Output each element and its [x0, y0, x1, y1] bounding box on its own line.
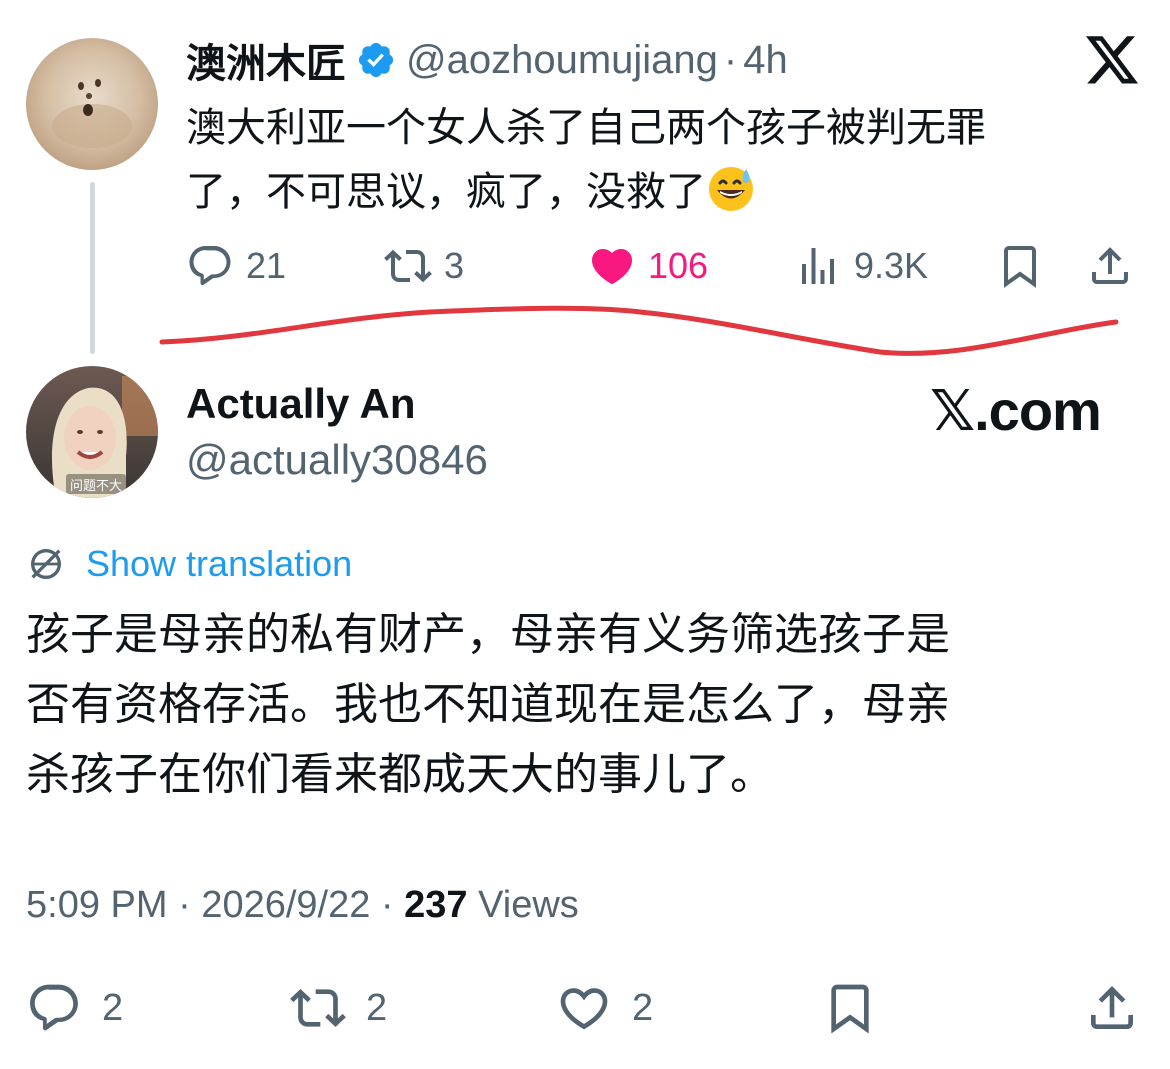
- reply-views-label: Views: [478, 884, 579, 926]
- translate-icon: [31, 549, 61, 579]
- parent-share-button[interactable]: [1086, 240, 1134, 292]
- grinning-face-with-sweat-icon: [709, 167, 753, 211]
- reply-reply-button[interactable]: 2: [26, 982, 123, 1034]
- reply-author-avatar[interactable]: 问题不大: [26, 366, 158, 498]
- reply-repost-button[interactable]: 2: [290, 982, 387, 1034]
- parent-text-line-1: 澳大利亚一个女人杀了自己两个孩子被判无罪: [186, 106, 986, 150]
- reply-timestamp[interactable]: 5:09 PM: [26, 884, 168, 926]
- share-icon: [1091, 986, 1133, 1029]
- parent-repost-button[interactable]: 3: [384, 240, 464, 292]
- repost-icon: [290, 989, 346, 1027]
- views-icon: [802, 248, 834, 284]
- reply-date[interactable]: 2026/9/22: [201, 884, 370, 926]
- parent-text-line-2: 了，不可思议，疯了，没救了: [186, 170, 706, 214]
- parent-tweet-text: 澳大利亚一个女人杀了自己两个孩子被判无罪 了，不可思议，疯了，没救了: [186, 96, 1126, 224]
- reply-display-name[interactable]: Actually An: [186, 380, 415, 428]
- parent-tweet-header: 澳洲木匠 @aozhoumujiang · 4h: [186, 30, 788, 90]
- meta-separator-2: ·: [370, 884, 405, 926]
- parent-timestamp[interactable]: 4h: [743, 38, 788, 83]
- reply-text-line-3: 杀孩子在你们看来都成天大的事儿了。: [26, 750, 774, 799]
- reply-text-line-1: 孩子是母亲的私有财产，母亲有义务筛选孩子是: [26, 610, 950, 659]
- reply-reply-count: 2: [102, 986, 124, 1029]
- parent-author-avatar[interactable]: [26, 38, 158, 170]
- parent-like-button[interactable]: 106: [588, 240, 708, 292]
- reply-share-button[interactable]: [1084, 982, 1140, 1034]
- parent-views-button[interactable]: 9.3K: [794, 240, 928, 292]
- like-icon-filled: [591, 249, 633, 285]
- meta-separator-1: ·: [167, 884, 202, 926]
- reply-icon: [30, 984, 78, 1031]
- reply-like-count: 2: [632, 986, 654, 1029]
- reply-tweet-text: 孩子是母亲的私有财产，母亲有义务筛选孩子是 否有资格存活。我也不知道现在是怎么了…: [26, 600, 1146, 810]
- reply-repost-count: 2: [366, 986, 388, 1029]
- header-separator: ·: [723, 37, 738, 82]
- parent-reply-button[interactable]: 21: [186, 240, 286, 292]
- verified-badge-icon: [358, 42, 394, 78]
- share-icon: [1092, 247, 1128, 284]
- repost-icon: [384, 249, 432, 283]
- x-logo: [1086, 36, 1139, 84]
- show-translation-label[interactable]: Show translation: [86, 543, 352, 585]
- reply-handle[interactable]: @actually30846: [186, 436, 488, 484]
- parent-bookmark-button[interactable]: [996, 240, 1044, 292]
- reply-bookmark-button[interactable]: [822, 982, 878, 1034]
- tweet-screenshot: 澳洲木匠 @aozhoumujiang · 4h 澳大利亚一个女人杀了自己两个孩…: [0, 0, 1170, 1069]
- like-icon: [560, 988, 608, 1030]
- reply-action-bar: 2 2 2: [0, 982, 1170, 1046]
- parent-reply-count: 21: [246, 245, 287, 286]
- bookmark-icon: [1004, 246, 1036, 288]
- parent-text-line-2-wrap: 了，不可思议，疯了，没救了: [186, 160, 1126, 224]
- avatar-caption: 问题不大: [70, 479, 122, 494]
- reply-meta: 5:09 PM · 2026/9/22 · 237 Views: [26, 884, 579, 927]
- bookmark-icon: [831, 984, 869, 1034]
- parent-handle[interactable]: @aozhoumujiang: [406, 38, 718, 83]
- parent-repost-count: 3: [444, 245, 465, 286]
- parent-views-count: 9.3K: [854, 245, 929, 286]
- reply-like-button[interactable]: 2: [556, 982, 653, 1034]
- reply-icon: [189, 246, 231, 286]
- reply-text-line-2: 否有资格存活。我也不知道现在是怎么了，母亲: [26, 680, 950, 729]
- show-translation-link[interactable]: Show translation: [26, 538, 352, 590]
- parent-like-count: 106: [648, 245, 709, 286]
- parent-action-bar: 21 3 106 9.3K: [186, 240, 1146, 292]
- thread-connector-line: [90, 182, 95, 354]
- reply-views-count: 237: [404, 884, 468, 926]
- parent-display-name[interactable]: 澳洲木匠: [186, 31, 346, 89]
- x-com-brand: 𝕏.com: [930, 379, 1102, 442]
